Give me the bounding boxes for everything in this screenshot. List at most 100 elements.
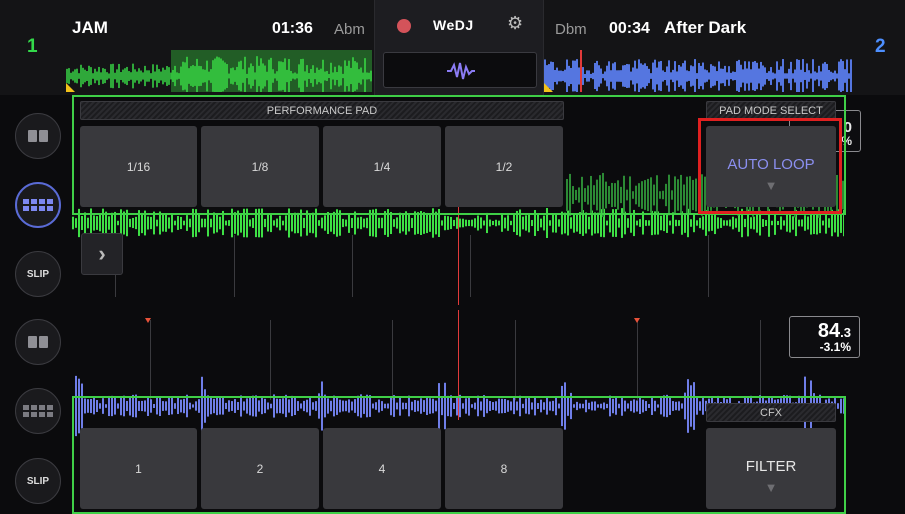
cfx-pad-2[interactable]: 2 [201,428,319,509]
waveform-bar [136,71,138,81]
waveform-bar [138,68,140,84]
expand-panel-button[interactable]: › [81,233,123,275]
waveform-bar [543,215,545,231]
waveform-bar [564,69,566,83]
waveform-bar [142,72,144,80]
deck-2-track-title[interactable]: After Dark [664,18,746,38]
waveform-bar [456,217,458,229]
waveform-bar [507,215,509,231]
waveform-bar [417,212,419,234]
deck-1-track-title[interactable]: JAM [72,18,108,38]
pad-grid-icon [23,199,53,211]
waveform-bar [78,73,80,79]
waveform-bar [735,218,737,228]
waveform-bar [646,66,648,86]
waveform-bar [556,67,558,85]
two-pad-icon [28,336,48,348]
cfx-filter-button[interactable]: FILTER ▼ [706,428,836,509]
deck-1-slip-button[interactable]: SLIP [15,251,61,297]
waveform-bar [582,67,584,85]
waveform-bar [699,217,701,229]
deck-2-slip-button[interactable]: SLIP [15,458,61,504]
waveform-bar [606,65,608,87]
auto-loop-pad-3[interactable]: 1/4 [323,126,441,207]
waveform-bar [834,213,836,233]
waveform-bar [732,71,734,81]
waveform-bar [108,216,110,230]
cfx-pad-3[interactable]: 4 [323,428,441,509]
waveform-bar [692,66,694,86]
waveform-bar [84,69,86,83]
waveform-bar [712,65,714,87]
waveform-bar [718,61,720,91]
auto-loop-pad-1[interactable]: 1/16 [80,126,197,207]
waveform-bar [798,219,800,227]
deck-2-bpm-display[interactable]: 84.3 -3.1% [789,316,860,358]
waveform-bar [714,66,716,86]
deck-2-performance-pad-button[interactable] [15,388,61,434]
waveform-bar [124,68,126,84]
waveform-bar [668,60,670,92]
waveform-bar [66,68,68,84]
waveform-bar [729,219,731,227]
beat-gridline [270,320,271,400]
waveform-bar [102,68,104,84]
waveform-bar [252,218,254,228]
waveform-bar [423,212,425,234]
waveform-bar [270,213,272,233]
deck-1-hot-cue-mode-button[interactable] [15,113,61,159]
waveform-bar [840,59,842,92]
gear-icon[interactable]: ⚙ [507,13,523,34]
playhead [580,50,582,92]
waveform-bar [642,64,644,88]
waveform-bar [632,67,634,85]
deck-1-time: 01:36 [272,20,313,37]
auto-loop-pad-2[interactable]: 1/8 [201,126,319,207]
waveform-bar [608,61,610,91]
waveform-bar [678,65,680,87]
waveform-bar [129,218,131,228]
waveform-bar [838,61,840,91]
waveform-bar [321,217,323,229]
beat-gridline [392,320,393,400]
waveform-bar [147,216,149,230]
auto-loop-pad-4[interactable]: 1/2 [445,126,563,207]
waveform-bar [696,73,698,79]
waveform-bar [760,61,762,91]
waveform-bar [630,213,632,233]
waveform-bar [836,73,838,79]
waveform-bar [848,73,850,79]
deck-2-hot-cue-mode-button[interactable] [15,319,61,365]
waveform-bar [84,212,86,234]
waveform-bar [723,220,725,226]
waveform-bar [573,213,575,233]
waveform-bar [722,68,724,84]
waveform-bar [756,213,758,233]
deck-1-overview-waveform[interactable] [66,50,372,92]
cfx-pad-4[interactable]: 8 [445,428,563,509]
deck-1-key: Abm [334,21,365,38]
deck-1-performance-pad-button[interactable] [15,182,61,228]
triangle-down-icon: ▼ [764,480,778,495]
waveform-bar [360,216,362,230]
deck-2-overview-waveform[interactable] [544,50,852,92]
waveform-bar [219,216,221,230]
cfx-pad-1[interactable]: 1 [80,428,197,509]
waveform-bar [664,71,666,81]
record-icon[interactable] [397,19,411,33]
waveform-bar [828,218,830,228]
waveform-bar [132,63,134,89]
waveform-bar [363,218,365,228]
waveform-bar [672,212,674,234]
beat-gridline [352,235,353,297]
waveform-bar [114,72,116,80]
waveform-bar [744,61,746,91]
waveform-bar [754,61,756,91]
waveform-bar [447,216,449,230]
waveform-bar [780,66,782,86]
waveform-bar [279,215,281,231]
waveform-bar [620,70,622,82]
waveform-bar [813,211,815,235]
waveform-toggle-button[interactable] [383,52,537,88]
waveform-bar [644,63,646,89]
